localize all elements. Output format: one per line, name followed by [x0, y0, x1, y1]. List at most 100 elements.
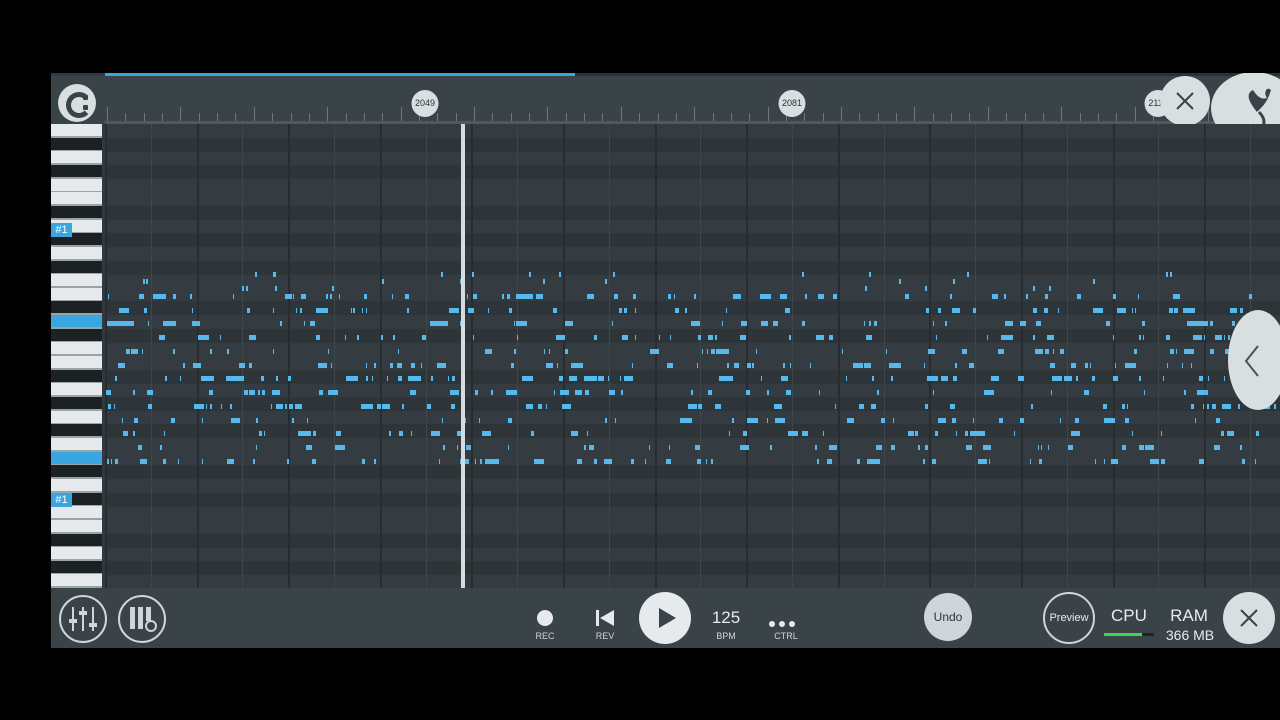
midi-note[interactable] [382, 279, 384, 284]
midi-note[interactable] [1106, 321, 1110, 326]
midi-note[interactable] [1139, 376, 1141, 381]
midi-note[interactable] [381, 335, 383, 340]
midi-note[interactable] [891, 445, 895, 450]
midi-note[interactable] [706, 459, 707, 464]
midi-note[interactable] [1044, 308, 1048, 313]
midi-note[interactable] [209, 390, 213, 395]
midi-note[interactable] [584, 445, 586, 450]
midi-note[interactable] [1048, 445, 1049, 450]
midi-note[interactable] [353, 308, 355, 313]
midi-note[interactable] [1128, 363, 1136, 368]
midi-note[interactable] [143, 279, 145, 284]
midi-note[interactable] [899, 279, 901, 284]
midi-note[interactable] [165, 376, 167, 381]
midi-note[interactable] [556, 335, 565, 340]
close-button[interactable] [1223, 592, 1275, 644]
midi-note[interactable] [450, 390, 459, 395]
midi-note[interactable] [1111, 459, 1118, 464]
midi-note[interactable] [304, 321, 305, 326]
midi-note[interactable] [924, 363, 925, 368]
midi-note[interactable] [1127, 404, 1128, 409]
midi-note[interactable] [624, 376, 633, 381]
midi-note[interactable] [925, 286, 927, 291]
midi-note[interactable] [190, 294, 192, 299]
midi-note[interactable] [1058, 308, 1059, 313]
midi-note[interactable] [783, 363, 785, 368]
midi-note[interactable] [339, 294, 340, 299]
play-button[interactable] [639, 592, 691, 644]
midi-note[interactable] [1193, 335, 1202, 340]
midi-note[interactable] [133, 390, 135, 395]
midi-note[interactable] [276, 404, 283, 409]
midi-note[interactable] [817, 459, 819, 464]
midi-note[interactable] [422, 335, 425, 340]
midi-note[interactable] [695, 445, 700, 450]
midi-note[interactable] [169, 321, 175, 326]
piano-key[interactable] [51, 519, 102, 532]
midi-note[interactable] [962, 349, 967, 354]
midi-note[interactable] [115, 459, 118, 464]
midi-note[interactable] [273, 349, 274, 354]
midi-note[interactable] [1064, 376, 1072, 381]
midi-note[interactable] [147, 390, 153, 395]
midi-note[interactable] [111, 459, 112, 464]
midi-note[interactable] [1221, 431, 1224, 436]
midi-note[interactable] [1125, 418, 1129, 423]
midi-note[interactable] [1199, 459, 1204, 464]
midi-note[interactable] [141, 445, 142, 450]
midi-note[interactable] [387, 376, 388, 381]
midi-note[interactable] [952, 308, 960, 313]
midi-note[interactable] [886, 349, 887, 354]
midi-note[interactable] [285, 294, 292, 299]
midi-note[interactable] [510, 308, 512, 313]
midi-note[interactable] [577, 459, 582, 464]
midi-note[interactable] [345, 335, 346, 340]
midi-note[interactable] [1151, 459, 1159, 464]
midi-note[interactable] [802, 272, 804, 277]
midi-note[interactable] [702, 349, 703, 354]
midi-note[interactable] [514, 349, 516, 354]
midi-note[interactable] [893, 418, 894, 423]
mixer-button[interactable] [59, 595, 107, 643]
midi-note[interactable] [328, 349, 329, 354]
midi-note[interactable] [631, 459, 634, 464]
midi-note[interactable] [328, 390, 338, 395]
midi-note[interactable] [1218, 335, 1222, 340]
midi-note[interactable] [144, 308, 147, 313]
midi-note[interactable] [312, 459, 316, 464]
midi-note[interactable] [516, 321, 527, 326]
midi-note[interactable] [928, 349, 935, 354]
midi-note[interactable] [802, 431, 808, 436]
midi-note[interactable] [160, 445, 162, 450]
midi-note[interactable] [1238, 404, 1240, 409]
midi-note[interactable] [1132, 308, 1133, 313]
midi-note[interactable] [259, 431, 262, 436]
midi-note[interactable] [399, 376, 402, 381]
midi-note[interactable] [1139, 445, 1144, 450]
midi-note[interactable] [142, 349, 143, 354]
midi-note[interactable] [1019, 376, 1023, 381]
midi-note[interactable] [557, 363, 558, 368]
midi-note[interactable] [587, 294, 594, 299]
midi-note[interactable] [435, 321, 440, 326]
midi-note[interactable] [1207, 404, 1209, 409]
midi-note[interactable] [818, 294, 824, 299]
midi-note[interactable] [134, 418, 138, 423]
midi-note[interactable] [908, 431, 914, 436]
midi-note[interactable] [1210, 321, 1213, 326]
midi-note[interactable] [544, 349, 545, 354]
midi-note[interactable] [632, 363, 633, 368]
midi-note[interactable] [1161, 459, 1165, 464]
midi-note[interactable] [1144, 390, 1145, 395]
midi-note[interactable] [786, 390, 791, 395]
midi-note[interactable] [857, 459, 860, 464]
midi-note[interactable] [227, 459, 234, 464]
midi-note[interactable] [670, 335, 671, 340]
midi-note[interactable] [276, 376, 278, 381]
midi-note[interactable] [549, 349, 550, 354]
midi-note[interactable] [1060, 349, 1064, 354]
midi-note[interactable] [932, 459, 936, 464]
midi-note[interactable] [864, 363, 871, 368]
midi-note[interactable] [816, 335, 824, 340]
midi-note[interactable] [239, 363, 245, 368]
